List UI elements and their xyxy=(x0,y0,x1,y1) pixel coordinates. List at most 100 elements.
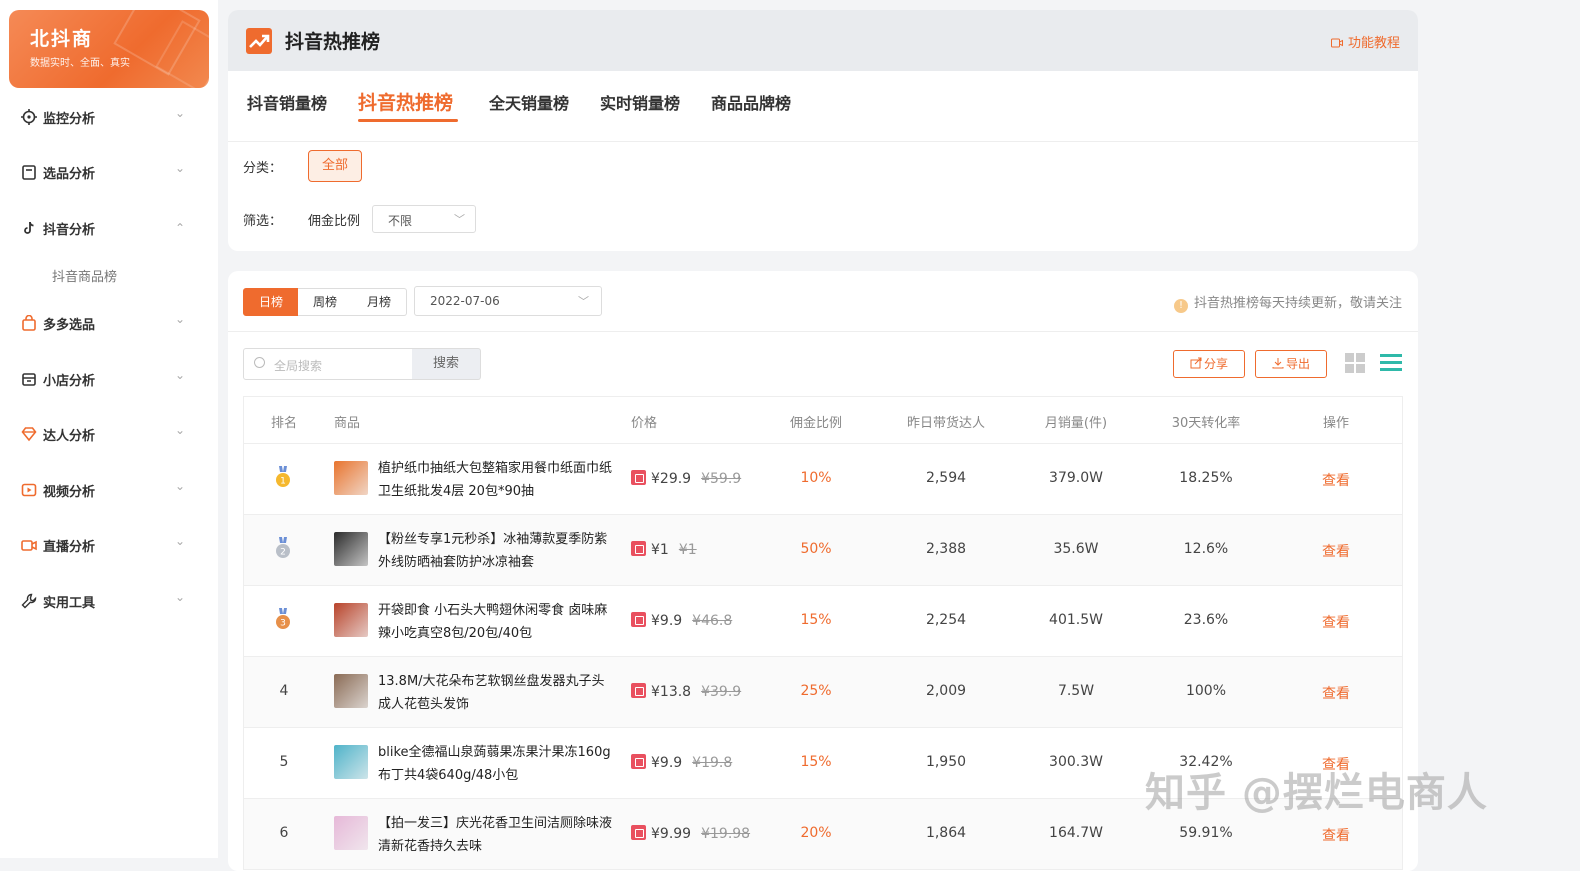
brand-logo[interactable]: 北抖商 数据实时、全面、真实 xyxy=(9,10,209,88)
download-icon xyxy=(1272,358,1284,369)
sidebar-subitem-douyin-products[interactable]: 抖音商品榜 xyxy=(52,266,117,285)
period-day[interactable]: 日榜 xyxy=(243,288,299,316)
search-button[interactable]: 搜索 xyxy=(412,348,481,380)
trending-chart-icon xyxy=(246,28,272,54)
monthly-sales: 300.3W xyxy=(1049,754,1103,770)
price-tag-icon xyxy=(631,541,646,556)
sidebar-item-store[interactable]: 小店分析 ⌄ xyxy=(0,360,218,400)
current-price: ¥29.9 xyxy=(651,471,692,487)
sidebar-item-douyin[interactable]: 抖音分析 ⌃ xyxy=(0,209,218,249)
search-icon xyxy=(254,357,265,368)
sidebar-item-label: 多多选品 xyxy=(43,318,96,333)
sidebar-item-video[interactable]: 视频分析 ⌄ xyxy=(0,471,218,511)
period-week[interactable]: 周榜 xyxy=(298,288,353,316)
price-tag-icon xyxy=(631,754,646,769)
kol-count: 2,388 xyxy=(925,541,967,557)
monthly-sales: 7.5W xyxy=(1057,683,1095,699)
product-name[interactable]: 13.8M/大花朵布艺软钢丝盘发器丸子头成人花苞头发饰 xyxy=(378,670,614,716)
current-price: ¥9.99 xyxy=(651,826,692,842)
table-row: 2 【粉丝专享1元秒杀】冰袖薄款夏季防紫外线防晒袖套防护冰凉袖套 ¥1 ¥1 50% 2,… xyxy=(244,515,1402,586)
product-name[interactable]: 开袋即食 小石头大鸭翅休闲零食 卤味麻辣小吃真空8包/20包/40包 xyxy=(378,599,614,645)
period-month[interactable]: 月榜 xyxy=(352,288,407,316)
tab-douyin-hot[interactable]: 抖音热推榜 xyxy=(358,88,453,115)
sidebar-item-monitor[interactable]: 监控分析 ⌄ xyxy=(0,98,218,138)
sidebar-item-live[interactable]: 直播分析 ⌄ xyxy=(0,526,218,566)
column-header: 操作 xyxy=(1322,416,1349,431)
kol-count: 2,594 xyxy=(925,470,967,486)
kol-count: 1,950 xyxy=(925,754,967,770)
price-tag-icon xyxy=(631,825,646,840)
sidebar-item-kol[interactable]: 达人分析 ⌄ xyxy=(0,415,218,455)
product-image[interactable] xyxy=(334,745,368,779)
chevron-down-icon: ⌄ xyxy=(175,161,186,175)
product-name[interactable]: 【粉丝专享1元秒杀】冰袖薄款夏季防紫外线防晒袖套防护冰凉袖套 xyxy=(378,528,614,574)
bag-icon xyxy=(22,315,36,331)
export-button[interactable]: 导出 xyxy=(1255,350,1327,378)
original-price: ¥59.9 xyxy=(701,471,742,487)
column-header[interactable]: 30天转化率 xyxy=(1146,412,1266,431)
commission-select[interactable]: 不限 ﹀ xyxy=(372,205,476,233)
view-button[interactable]: 查看 xyxy=(1276,683,1396,703)
original-price: ¥19.8 xyxy=(692,755,733,771)
price-tag-icon xyxy=(631,470,646,485)
tab-douyin-sales[interactable]: 抖音销量榜 xyxy=(247,90,327,114)
view-button[interactable]: 查看 xyxy=(1276,825,1396,845)
tab-realtime-sales[interactable]: 实时销量榜 xyxy=(600,90,680,114)
column-header[interactable]: 月销量(件) xyxy=(1016,412,1136,431)
tab-allday-sales[interactable]: 全天销量榜 xyxy=(489,90,569,114)
column-header[interactable]: 佣金比例 xyxy=(756,412,876,431)
crosshair-icon xyxy=(21,109,37,125)
rank-medal-icon: 1 xyxy=(276,466,290,487)
view-button[interactable]: 查看 xyxy=(1276,470,1396,490)
product-name[interactable]: 植护纸巾抽纸大包整箱家用餐巾纸面巾纸卫生纸批发4层 20包*90抽 xyxy=(378,457,614,503)
watermark: 知乎 @摆烂电商人 xyxy=(1145,770,1488,816)
price: ¥9.99 ¥19.98 xyxy=(631,825,750,842)
price-tag-icon xyxy=(631,683,646,698)
table-row: 3 开袋即食 小石头大鸭翅休闲零食 卤味麻辣小吃真空8包/20包/40包 ¥9.9 ¥… xyxy=(244,586,1402,657)
share-icon xyxy=(1190,357,1202,369)
info-icon: ! xyxy=(1173,299,1188,313)
list-view-icon[interactable] xyxy=(1380,354,1402,372)
product-image[interactable] xyxy=(334,603,368,637)
original-price: ¥1 xyxy=(678,542,697,558)
view-button[interactable]: 查看 xyxy=(1276,612,1396,632)
product-name[interactable]: blike全德福山泉蒟蒻果冻果汁果冻160g布丁共4袋640g/48小包 xyxy=(378,741,614,787)
chevron-down-icon: ⌄ xyxy=(175,423,186,437)
search-input[interactable]: 全局搜索 xyxy=(243,348,413,380)
current-price: ¥9.9 xyxy=(651,755,683,771)
column-header: 商品 xyxy=(334,416,361,431)
product-image[interactable] xyxy=(334,532,368,566)
column-header[interactable]: 昨日带货达人 xyxy=(886,412,1006,431)
monthly-sales: 401.5W xyxy=(1049,612,1103,628)
grid-view-icon[interactable] xyxy=(1345,353,1365,373)
clipboard-icon xyxy=(22,165,36,180)
table-row: 4 13.8M/大花朵布艺软钢丝盘发器丸子头成人花苞头发饰 ¥13.8 ¥39.9 25… xyxy=(244,657,1402,728)
table-header: 排名 商品 价格 佣金比例 昨日带货达人 月销量(件) 30天转化率 操作 xyxy=(244,397,1402,444)
date-picker[interactable]: 2022-07-06 ﹀ xyxy=(414,286,602,316)
active-tab-indicator xyxy=(358,119,458,122)
sidebar-item-tools[interactable]: 实用工具 ⌄ xyxy=(0,582,218,622)
sidebar-item-label: 达人分析 xyxy=(43,429,96,444)
column-header[interactable]: 排名 xyxy=(244,412,324,431)
product-image[interactable] xyxy=(334,674,368,708)
sidebar: 北抖商 数据实时、全面、真实 监控分析 ⌄ 选品分析 ⌄ 抖音分析 ⌃ 抖音商品… xyxy=(0,0,218,858)
sidebar-item-selection[interactable]: 选品分析 ⌄ xyxy=(0,153,218,193)
share-button[interactable]: 分享 xyxy=(1173,350,1245,378)
tab-brand-rank[interactable]: 商品品牌榜 xyxy=(711,90,791,114)
category-chip-all[interactable]: 全部 xyxy=(308,150,362,182)
product-image[interactable] xyxy=(334,816,368,850)
conversion-rate: 23.6% xyxy=(1183,612,1229,628)
view-button[interactable]: 查看 xyxy=(1276,541,1396,561)
commission-rate: 15% xyxy=(800,754,832,770)
rank-number: 1 xyxy=(280,477,286,487)
product-image[interactable] xyxy=(334,461,368,495)
kol-count: 2,009 xyxy=(925,683,967,699)
product-name[interactable]: 【拍一发三】庆光花香卫生间洁厕除味液清新花香持久去味 xyxy=(378,812,614,858)
sidebar-item-pdd[interactable]: 多多选品 ⌄ xyxy=(0,304,218,344)
play-icon xyxy=(21,483,37,497)
rank-number: 5 xyxy=(279,754,289,770)
camera-icon xyxy=(21,540,37,551)
chevron-down-icon: ⌄ xyxy=(175,368,186,382)
commission-rate: 50% xyxy=(800,541,832,557)
tutorial-link[interactable]: 功能教程 xyxy=(1330,32,1400,51)
